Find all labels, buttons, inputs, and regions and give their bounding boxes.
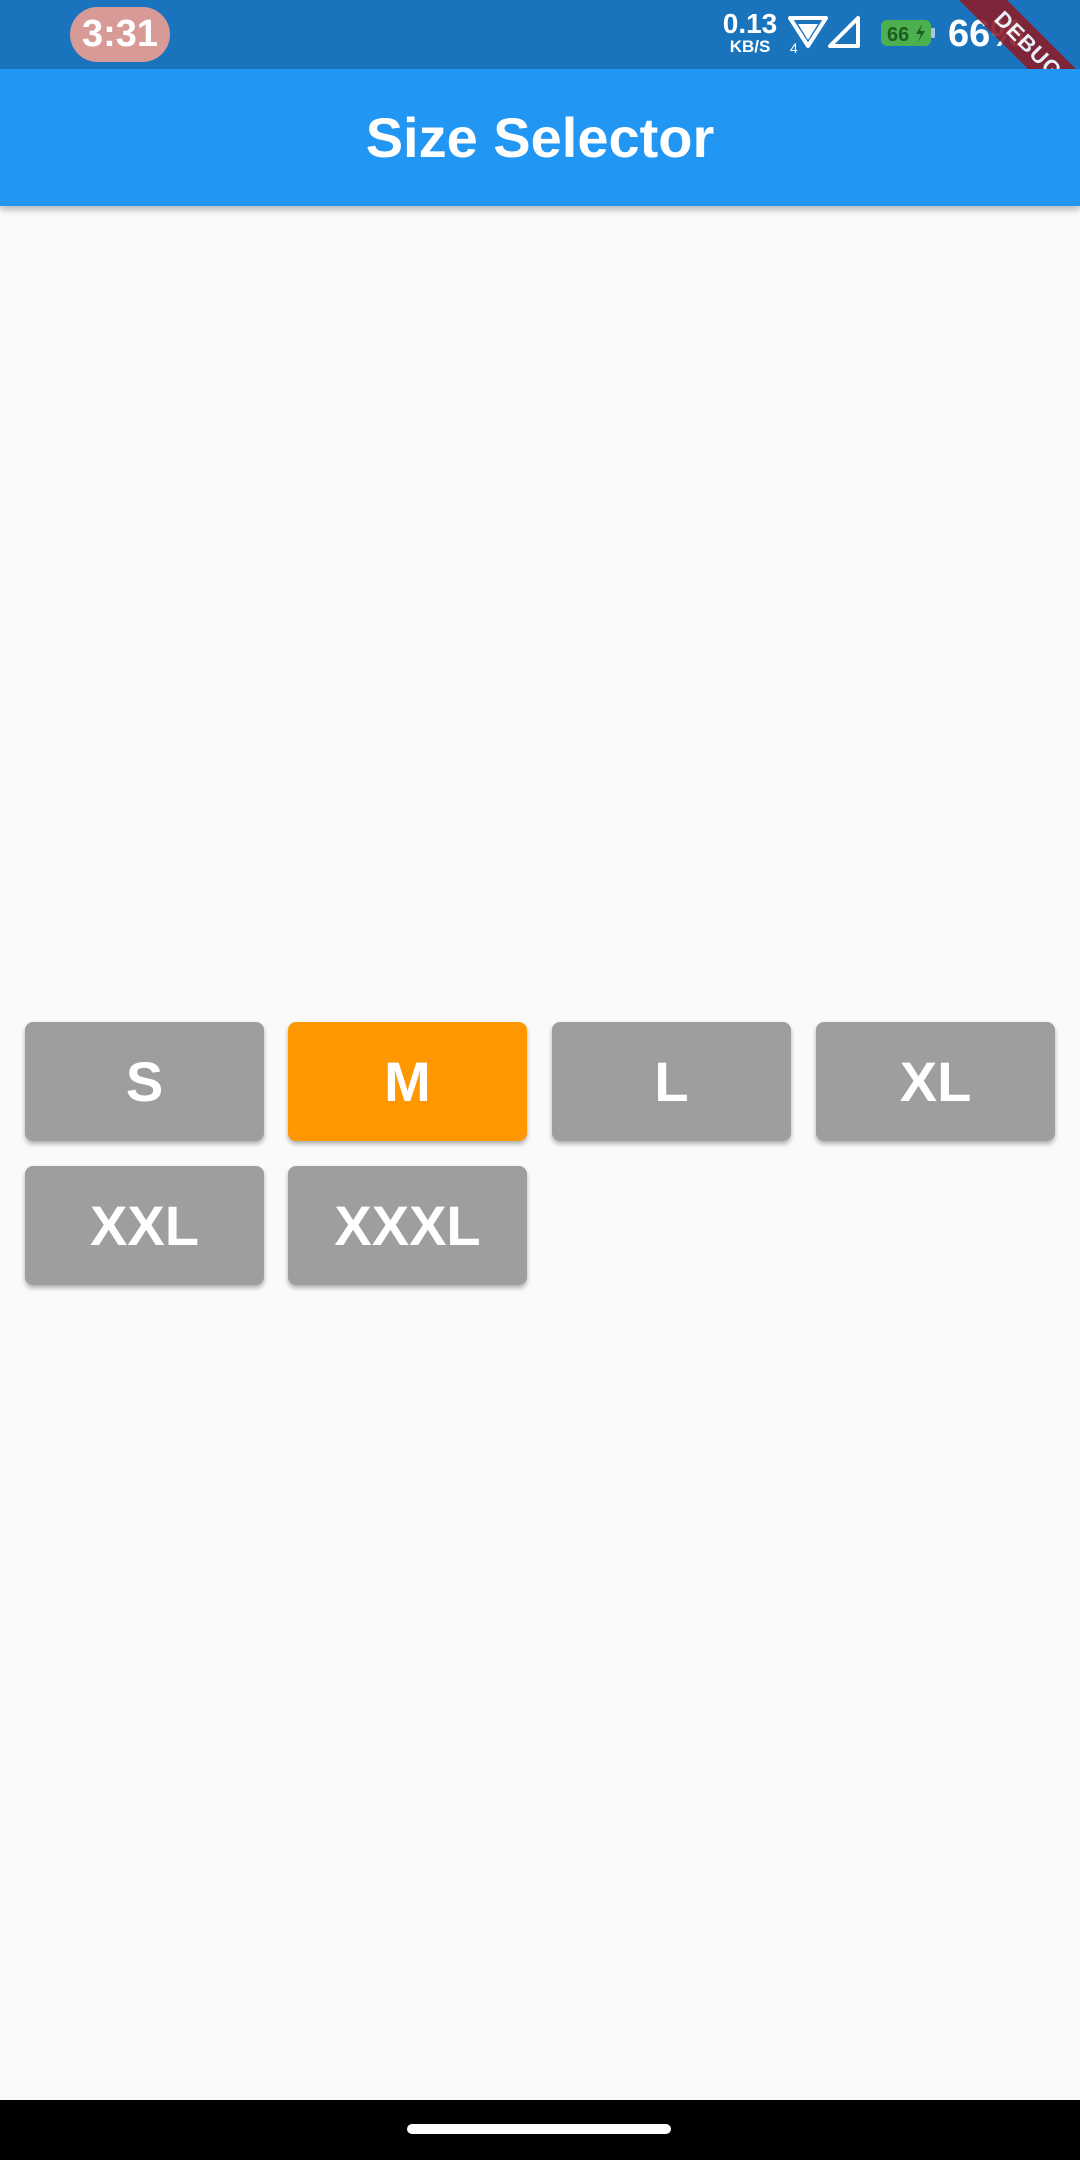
battery-icon: 66 xyxy=(881,20,935,46)
size-button-l[interactable]: L xyxy=(552,1022,791,1141)
battery-level-text: 66 xyxy=(887,24,909,46)
size-button-xl[interactable]: XL xyxy=(816,1022,1055,1141)
network-speed: 0.13 KB/S xyxy=(722,8,778,56)
size-button-xxxl[interactable]: XXXL xyxy=(288,1166,527,1285)
navigation-bar xyxy=(0,2100,1080,2160)
status-bar: 3:31 0.13 KB/S 4 66 66% DEBUG xyxy=(0,0,1080,135)
size-button-m[interactable]: M xyxy=(288,1022,527,1141)
network-speed-unit: KB/S xyxy=(729,37,771,56)
size-button-s[interactable]: S xyxy=(25,1022,264,1141)
home-indicator[interactable] xyxy=(407,2124,671,2134)
wifi-subscript: 4 xyxy=(790,40,798,56)
size-button-xxl[interactable]: XXL xyxy=(25,1166,264,1285)
page-title: Size Selector xyxy=(365,106,715,169)
app-bar: Size Selector xyxy=(0,69,1080,206)
cell-signal-icon xyxy=(828,16,860,48)
screen: 3:31 0.13 KB/S 4 66 66% DEBUG Size Selec… xyxy=(0,0,1080,2160)
network-speed-value: 0.13 xyxy=(722,8,778,39)
status-time: 3:31 xyxy=(70,7,170,62)
